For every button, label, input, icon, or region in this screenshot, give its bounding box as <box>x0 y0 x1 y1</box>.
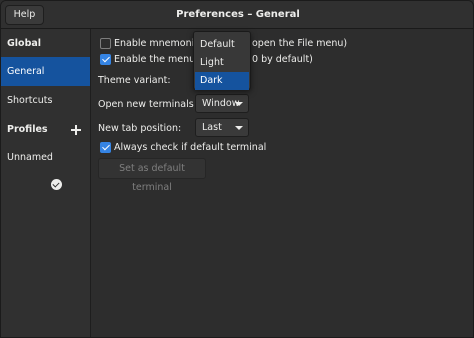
sidebar: Global General Shortcuts Profiles Unname… <box>1 29 91 337</box>
theme-variant-label: Theme variant: <box>98 75 171 86</box>
open-new-terminals-dropdown[interactable]: Window <box>195 94 249 113</box>
sidebar-heading-global: Global <box>7 38 42 49</box>
preferences-window: Help Preferences – General Global Genera… <box>0 0 474 338</box>
sidebar-item-shortcuts[interactable]: Shortcuts <box>1 86 90 115</box>
chevron-down-icon <box>235 126 243 130</box>
sidebar-heading-profiles: Profiles <box>7 124 48 135</box>
open-new-terminals-label: Open new terminals in: <box>98 99 209 110</box>
check-default-terminal-checkbox[interactable] <box>100 142 111 153</box>
theme-option-dark[interactable]: Dark <box>195 72 249 90</box>
mnemonics-label-tail: open the File menu) <box>252 38 348 49</box>
menu-accelerator-checkbox[interactable] <box>100 54 111 65</box>
set-default-terminal-button: Set as default terminal <box>98 158 206 193</box>
sidebar-item-label: General <box>7 66 45 77</box>
theme-option-light[interactable]: Light <box>195 54 249 72</box>
theme-option-default[interactable]: Default <box>195 36 249 54</box>
default-profile-check-icon <box>51 179 62 190</box>
mnemonics-checkbox[interactable] <box>100 38 111 49</box>
sidebar-item-general[interactable]: General <box>1 57 90 86</box>
chevron-down-icon <box>235 102 243 106</box>
check-default-terminal-label: Always check if default terminal <box>114 142 267 153</box>
new-tab-position-dropdown[interactable]: Last <box>195 118 249 137</box>
add-profile-icon[interactable] <box>69 123 83 137</box>
sidebar-item-label: Unnamed <box>7 152 53 163</box>
header-bar: Help Preferences – General <box>1 1 473 29</box>
general-settings-panel: Enable mnemonics (s open the File menu) … <box>92 29 473 337</box>
dropdown-value: Window <box>202 98 240 109</box>
dropdown-value: Last <box>202 122 222 133</box>
window-title: Preferences – General <box>176 9 300 20</box>
help-button[interactable]: Help <box>5 5 44 25</box>
theme-variant-popover: Default Light Dark <box>193 31 251 90</box>
sidebar-item-label: Shortcuts <box>7 95 53 106</box>
menu-accelerator-label-tail: 0 by default) <box>252 54 313 65</box>
sidebar-item-profile-unnamed[interactable]: Unnamed <box>1 143 90 172</box>
new-tab-position-label: New tab position: <box>98 123 182 134</box>
